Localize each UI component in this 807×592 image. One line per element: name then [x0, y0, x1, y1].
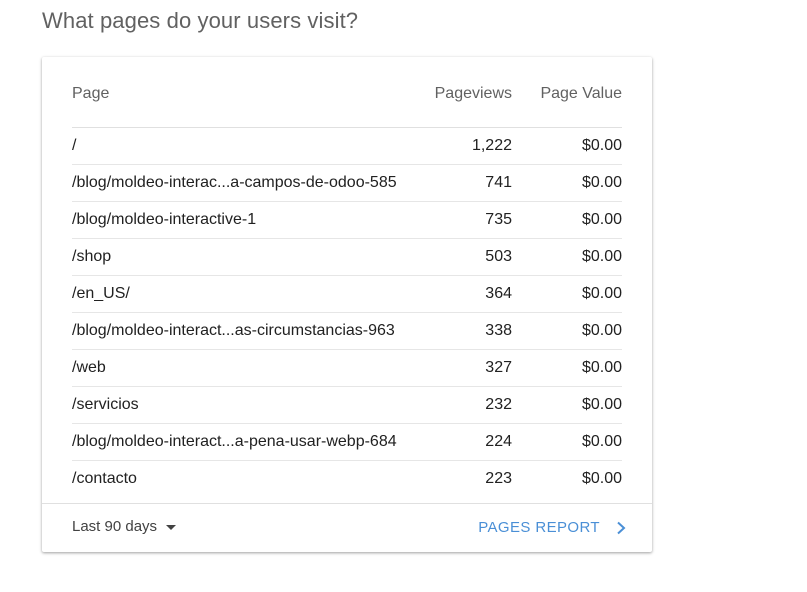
page-value: $0.00	[581, 285, 622, 302]
table-row: /shop 503 $0.00	[72, 239, 622, 276]
table-row: /blog/moldeo-interact...as-circumstancia…	[72, 313, 622, 350]
date-range-dropdown[interactable]: Last 90 days	[72, 518, 177, 535]
table-header: Page Pageviews Page Value	[72, 57, 622, 128]
chevron-right-icon	[617, 521, 626, 534]
pageviews-value: 224	[485, 433, 512, 450]
pages-table: Page Pageviews Page Value / 1,222 $0.00 …	[72, 57, 622, 497]
pageviews-value: 1,222	[471, 137, 512, 154]
pageviews-value: 223	[485, 470, 512, 487]
page-path: /shop	[72, 248, 112, 265]
page-path: /contacto	[72, 470, 137, 487]
section-heading: What pages do your users visit?	[42, 8, 359, 33]
table-row: /blog/moldeo-interact...a-pena-usar-webp…	[72, 424, 622, 461]
page-path: /web	[72, 359, 106, 376]
pageviews-value: 338	[485, 322, 512, 339]
table-row: /servicios 232 $0.00	[72, 387, 622, 424]
column-header-page-value: Page Value	[540, 85, 622, 102]
table-row: / 1,222 $0.00	[72, 128, 622, 165]
page-value: $0.00	[581, 174, 622, 191]
pageviews-value: 741	[485, 174, 512, 191]
pageviews-value: 232	[485, 396, 512, 413]
page-value: $0.00	[581, 470, 622, 487]
pageviews-value: 735	[485, 211, 512, 228]
page-value: $0.00	[581, 211, 622, 228]
caret-down-icon	[166, 525, 177, 530]
pages-report-link[interactable]: PAGES REPORT	[478, 519, 626, 536]
pageviews-value: 327	[485, 359, 512, 376]
page-path: /blog/moldeo-interact...as-circumstancia…	[72, 322, 395, 339]
table-row: /blog/moldeo-interactive-1 735 $0.00	[72, 202, 622, 239]
page-path: /servicios	[72, 396, 139, 413]
card-footer: Last 90 days PAGES REPORT	[42, 503, 652, 553]
pages-card: Page Pageviews Page Value / 1,222 $0.00 …	[42, 57, 652, 552]
table-row: /blog/moldeo-interac...a-campos-de-odoo-…	[72, 165, 622, 202]
page-value: $0.00	[581, 433, 622, 450]
table-row: /contacto 223 $0.00	[72, 461, 622, 497]
pages-report-label: PAGES REPORT	[478, 519, 600, 536]
page-value: $0.00	[581, 359, 622, 376]
page-value: $0.00	[581, 248, 622, 265]
page-path: /blog/moldeo-interac...a-campos-de-odoo-…	[72, 174, 397, 191]
table-body: / 1,222 $0.00 /blog/moldeo-interac...a-c…	[72, 128, 622, 497]
page-path: /en_US/	[72, 285, 130, 302]
page-value: $0.00	[581, 396, 622, 413]
column-header-page: Page	[72, 85, 110, 102]
page-path: /blog/moldeo-interactive-1	[72, 211, 257, 228]
page-path: /blog/moldeo-interact...a-pena-usar-webp…	[72, 433, 397, 450]
column-header-pageviews: Pageviews	[434, 85, 512, 102]
date-range-label: Last 90 days	[72, 518, 158, 535]
table-row: /web 327 $0.00	[72, 350, 622, 387]
pageviews-value: 503	[485, 248, 512, 265]
page-path: /	[72, 137, 77, 154]
pageviews-value: 364	[485, 285, 512, 302]
page-value: $0.00	[581, 322, 622, 339]
page-value: $0.00	[581, 137, 622, 154]
table-row: /en_US/ 364 $0.00	[72, 276, 622, 313]
